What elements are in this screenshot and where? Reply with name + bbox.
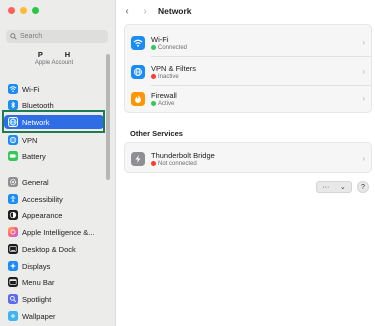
firewall-icon: [131, 91, 145, 106]
sidebar-item-label: Menu Bar: [22, 277, 55, 287]
search-placeholder: Search: [20, 33, 43, 40]
battery-icon: [8, 151, 18, 161]
display-icon: [8, 261, 18, 271]
service-status: Active: [151, 101, 177, 107]
sidebar-item-label: Bluetooth: [22, 100, 54, 110]
sidebar-item-label: Appearance: [22, 210, 63, 220]
other-services-list: Thunderbolt Bridge Not connected ›: [124, 142, 372, 173]
vpn-filters-icon: [131, 64, 145, 79]
sidebar-item-label: General: [22, 177, 49, 187]
row-divider: [151, 56, 371, 57]
sidebar-item-vpn[interactable]: VPN: [4, 133, 104, 147]
service-title: VPN & Filters: [151, 63, 197, 73]
sidebar-item-appearance[interactable]: Appearance: [4, 208, 104, 222]
wifi-icon: [131, 35, 145, 50]
gear-icon: [8, 177, 18, 187]
vpn-icon: [8, 135, 18, 145]
wifi-icon: [8, 84, 18, 94]
sidebar-item-label: Displays: [22, 261, 51, 271]
service-title: Thunderbolt Bridge: [151, 150, 215, 160]
sidebar: Search P H Apple Account Wi-Fi Bluetooth…: [0, 0, 116, 326]
chevron-right-icon: ›: [362, 94, 365, 103]
service-row-thunderbolt-bridge[interactable]: Thunderbolt Bridge Not connected ›: [125, 145, 371, 172]
sidebar-item-label: Wallpaper: [22, 311, 56, 321]
chevron-down-icon: ⌄: [339, 184, 346, 191]
sidebar-item-label: Spotlight: [22, 294, 52, 304]
toolbar: ‹ › Network: [116, 0, 375, 22]
sidebar-item-accessibility[interactable]: Accessibility: [4, 192, 104, 206]
sidebar-item-apple-intelligence[interactable]: Apple Intelligence &...: [4, 225, 104, 239]
status-text: Not connected: [158, 160, 197, 167]
search-icon: [10, 33, 17, 40]
status-dot: [151, 161, 156, 166]
close-window-button[interactable]: [8, 7, 15, 14]
service-title: Firewall: [151, 90, 177, 100]
sidebar-item-desktop-dock[interactable]: Desktop & Dock: [4, 242, 104, 256]
search-input[interactable]: Search: [6, 30, 108, 43]
selection-highlight-box: [2, 110, 105, 133]
chevron-right-icon: ›: [362, 154, 365, 163]
account-name: P H: [37, 50, 81, 59]
status-text: Inactive: [158, 73, 179, 80]
apple-intelligence-icon: [8, 227, 18, 237]
sidebar-item-label: Apple Intelligence &...: [22, 227, 95, 237]
sidebar-scrollbar[interactable]: [106, 54, 110, 180]
network-services-list: Wi-Fi Connected › VPN & Filters Inactive…: [124, 24, 372, 113]
ellipsis-icon: ···: [322, 183, 330, 191]
minimize-window-button[interactable]: [20, 7, 27, 14]
service-row-wifi[interactable]: Wi-Fi Connected ›: [125, 29, 371, 56]
bluetooth-icon: [8, 100, 18, 110]
system-settings-window: Search P H Apple Account Wi-Fi Bluetooth…: [0, 0, 375, 326]
chevron-right-icon: ›: [362, 67, 365, 76]
more-actions-button[interactable]: ··· ⌄: [316, 181, 352, 193]
service-row-firewall[interactable]: Firewall Active ›: [125, 85, 371, 112]
page-title: Network: [158, 6, 192, 16]
sidebar-item-label: Accessibility: [22, 194, 63, 204]
appearance-icon: [8, 210, 18, 220]
sidebar-item-label: Wi-Fi: [22, 84, 40, 94]
status-text: Active: [158, 100, 175, 107]
status-dot: [151, 45, 156, 50]
service-row-vpn-filters[interactable]: VPN & Filters Inactive ›: [125, 58, 371, 85]
chevron-right-icon: ›: [362, 38, 365, 47]
thunderbolt-icon: [131, 151, 145, 166]
apple-account[interactable]: P H Apple Account: [0, 50, 108, 66]
menu-bar-icon: [8, 277, 18, 287]
service-title: Wi-Fi: [151, 34, 169, 44]
window-controls: [8, 7, 39, 14]
status-text: Connected: [158, 44, 188, 51]
sidebar-item-battery[interactable]: Battery: [4, 149, 104, 163]
status-dot: [151, 101, 156, 106]
sidebar-item-menu-bar[interactable]: Menu Bar: [4, 275, 104, 289]
status-dot: [151, 74, 156, 79]
sidebar-item-wallpaper[interactable]: Wallpaper: [4, 309, 104, 323]
other-services-heading: Other Services: [130, 129, 183, 138]
sidebar-item-displays[interactable]: Displays: [4, 259, 104, 273]
forward-button[interactable]: ›: [138, 4, 152, 18]
back-button[interactable]: ‹: [120, 4, 134, 18]
sidebar-item-label: VPN: [22, 135, 38, 145]
service-status: Inactive: [151, 74, 196, 80]
sidebar-item-wifi[interactable]: Wi-Fi: [4, 82, 104, 96]
dock-icon: [8, 244, 18, 254]
sidebar-item-general[interactable]: General: [4, 175, 104, 189]
sidebar-item-label: Desktop & Dock: [22, 244, 76, 254]
service-status: Not connected: [151, 161, 215, 167]
account-subtitle: Apple Account: [34, 60, 74, 66]
service-status: Connected: [151, 45, 187, 51]
help-button[interactable]: ?: [357, 181, 369, 193]
wallpaper-icon: [8, 311, 18, 321]
maximize-window-button[interactable]: [32, 7, 39, 14]
sidebar-item-spotlight[interactable]: Spotlight: [4, 292, 104, 306]
accessibility-icon: [8, 194, 18, 204]
sidebar-item-label: Battery: [22, 151, 46, 161]
spotlight-icon: [8, 294, 18, 304]
